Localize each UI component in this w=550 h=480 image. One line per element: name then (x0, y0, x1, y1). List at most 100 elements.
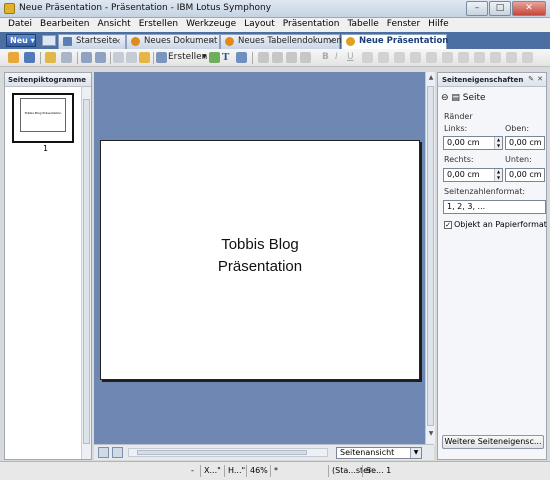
undo-icon[interactable] (81, 52, 92, 63)
align-left-icon[interactable] (362, 52, 373, 63)
highlight-icon[interactable] (490, 52, 501, 63)
indent-icon[interactable] (410, 52, 421, 63)
style-icon[interactable] (258, 52, 269, 63)
bottom-margin-value: 0,00 cm (509, 170, 542, 179)
font-color-icon[interactable] (300, 52, 311, 63)
open-icon[interactable] (8, 52, 19, 63)
line-spacing-icon[interactable] (442, 52, 453, 63)
tab-neues-dokument[interactable]: Neues Dokument ✕ (126, 34, 220, 49)
slide-sorter-icon[interactable] (98, 447, 109, 458)
horizontal-scrollbar[interactable] (128, 448, 328, 457)
menu-erstellen[interactable]: Erstellen (135, 18, 182, 32)
bottom-margin-label: Unten: (505, 155, 532, 164)
vertical-scrollbar[interactable]: ▲ ▼ (425, 72, 435, 446)
checkbox-icon[interactable]: ✓ (444, 220, 452, 229)
minimize-button[interactable]: – (466, 1, 488, 16)
scroll-up-icon[interactable]: ▲ (427, 74, 435, 82)
presentation-icon (346, 37, 355, 46)
copy-icon[interactable] (126, 52, 137, 63)
border-icon[interactable] (474, 52, 485, 63)
close-tab-icon[interactable]: ✕ (208, 35, 215, 48)
slide-canvas[interactable]: Tobbis Blog Präsentation (100, 140, 420, 380)
slide-thumbnail-panel: Seitenpiktogramme Tobbis Blog Präsentati… (4, 72, 92, 460)
save-icon[interactable] (24, 52, 35, 63)
window-title: Neue Präsentation - Präsentation - IBM L… (19, 3, 272, 13)
top-margin-field[interactable]: 0,00 cm (505, 136, 545, 150)
text-icon[interactable]: T (222, 51, 229, 63)
window-list-icon[interactable] (42, 35, 56, 46)
view-select[interactable]: Seitenansicht ▼ (336, 447, 422, 459)
menu-bearbeiten[interactable]: Bearbeiten (36, 18, 93, 32)
menu-tabelle[interactable]: Tabelle (343, 18, 382, 32)
section-header[interactable]: ⊖ ▤ Seite (441, 93, 486, 103)
menu-datei[interactable]: Datei (4, 18, 36, 32)
tab-label: Startseite (76, 36, 118, 46)
print-icon[interactable] (45, 52, 56, 63)
menu-layout[interactable]: Layout (240, 18, 279, 32)
page-number-format-value: 1, 2, 3, ... (447, 202, 486, 211)
thumbnail-text: Tobbis Blog Präsentation (20, 98, 66, 132)
tab-neues-tabellendokument[interactable]: Neues Tabellendokument ✕ (220, 34, 345, 49)
vertical-scrollbar-thumb[interactable] (427, 86, 434, 426)
bold-icon[interactable]: B (322, 52, 329, 62)
maximize-button[interactable]: □ (489, 1, 511, 16)
status-zoom[interactable]: 46% (246, 465, 268, 477)
horizontal-scrollbar-thumb[interactable] (137, 450, 307, 455)
menu-werkzeuge[interactable]: Werkzeuge (182, 18, 240, 32)
more-page-properties-button[interactable]: Weitere Seiteneigensc... (442, 435, 544, 449)
right-margin-label: Rechts: (444, 155, 474, 164)
chevron-down-icon[interactable]: ▼ (410, 448, 421, 458)
slide-work-area[interactable]: Tobbis Blog Präsentation (94, 72, 425, 444)
status-bar: - X..." H..." 46% * (Sta...ster Se... 1 (0, 461, 550, 480)
spellcheck-icon[interactable] (61, 52, 72, 63)
italic-icon[interactable]: I (335, 52, 338, 62)
page-properties-panel: Seiteneigenschaften ✎ ✕ ⊖ ▤ Seite Ränder… (437, 72, 550, 460)
shadow-icon[interactable] (506, 52, 517, 63)
right-margin-field[interactable]: 0,00 cm ▲ ▼ (443, 168, 503, 182)
close-panel-icon[interactable]: ✕ (537, 75, 543, 83)
font-icon[interactable] (272, 52, 283, 63)
page-number-format-field[interactable]: 1, 2, 3, ... (443, 200, 546, 214)
close-tab-icon[interactable]: ✕ (328, 35, 335, 48)
menu-ansicht[interactable]: Ansicht (93, 18, 134, 32)
menu-hilfe[interactable]: Hilfe (424, 18, 452, 32)
slide-title-box[interactable]: Tobbis Blog Präsentation (101, 234, 419, 278)
spreadsheet-icon (225, 37, 234, 46)
section-title: Seite (462, 93, 486, 103)
notes-view-icon[interactable] (112, 447, 123, 458)
insert-image-icon[interactable] (209, 52, 220, 63)
outdent-icon[interactable] (426, 52, 437, 63)
paste-icon[interactable] (139, 52, 150, 63)
table-icon[interactable] (236, 52, 247, 63)
bullets-icon[interactable] (378, 52, 389, 63)
pin-icon[interactable]: ✎ (528, 75, 534, 83)
thumbnail-scrollbar[interactable] (81, 87, 91, 459)
more-icon[interactable] (522, 52, 533, 63)
spin-arrows-icon[interactable]: ▲ ▼ (494, 137, 502, 149)
create-dropdown-icon[interactable]: ▾ (202, 52, 207, 62)
left-margin-field[interactable]: 0,00 cm ▲ ▼ (443, 136, 503, 150)
slide-thumbnail[interactable]: Tobbis Blog Präsentation (12, 93, 74, 143)
tab-startseite[interactable]: Startseite ✕ (58, 34, 126, 49)
numbering-icon[interactable] (394, 52, 405, 63)
close-button[interactable]: ✕ (512, 1, 546, 16)
menu-fenster[interactable]: Fenster (383, 18, 424, 32)
new-button[interactable]: Neu ▾ (6, 34, 36, 47)
scrollbar-thumb[interactable] (83, 99, 90, 444)
scroll-down-icon[interactable]: ▼ (427, 430, 435, 438)
font-size-icon[interactable] (286, 52, 297, 63)
cut-icon[interactable] (113, 52, 124, 63)
bottom-margin-field[interactable]: 0,00 cm (505, 168, 545, 182)
create-icon[interactable] (156, 52, 167, 63)
spin-arrows-icon[interactable]: ▲ ▼ (494, 169, 502, 181)
menu-praesentation[interactable]: Präsentation (279, 18, 344, 32)
title-bar: Neue Präsentation - Präsentation - IBM L… (0, 0, 550, 18)
top-margin-label: Oben: (505, 124, 530, 133)
panel-title: Seiteneigenschaften (442, 76, 524, 84)
fit-to-paper-checkbox[interactable]: ✓ Objekt an Papierformat an (444, 220, 550, 229)
paragraph-icon[interactable] (458, 52, 469, 63)
close-tab-icon[interactable]: ✕ (114, 35, 121, 48)
redo-icon[interactable] (95, 52, 106, 63)
underline-icon[interactable]: U (347, 52, 354, 62)
tab-neue-praesentation[interactable]: Neue Präsentation (341, 34, 448, 49)
